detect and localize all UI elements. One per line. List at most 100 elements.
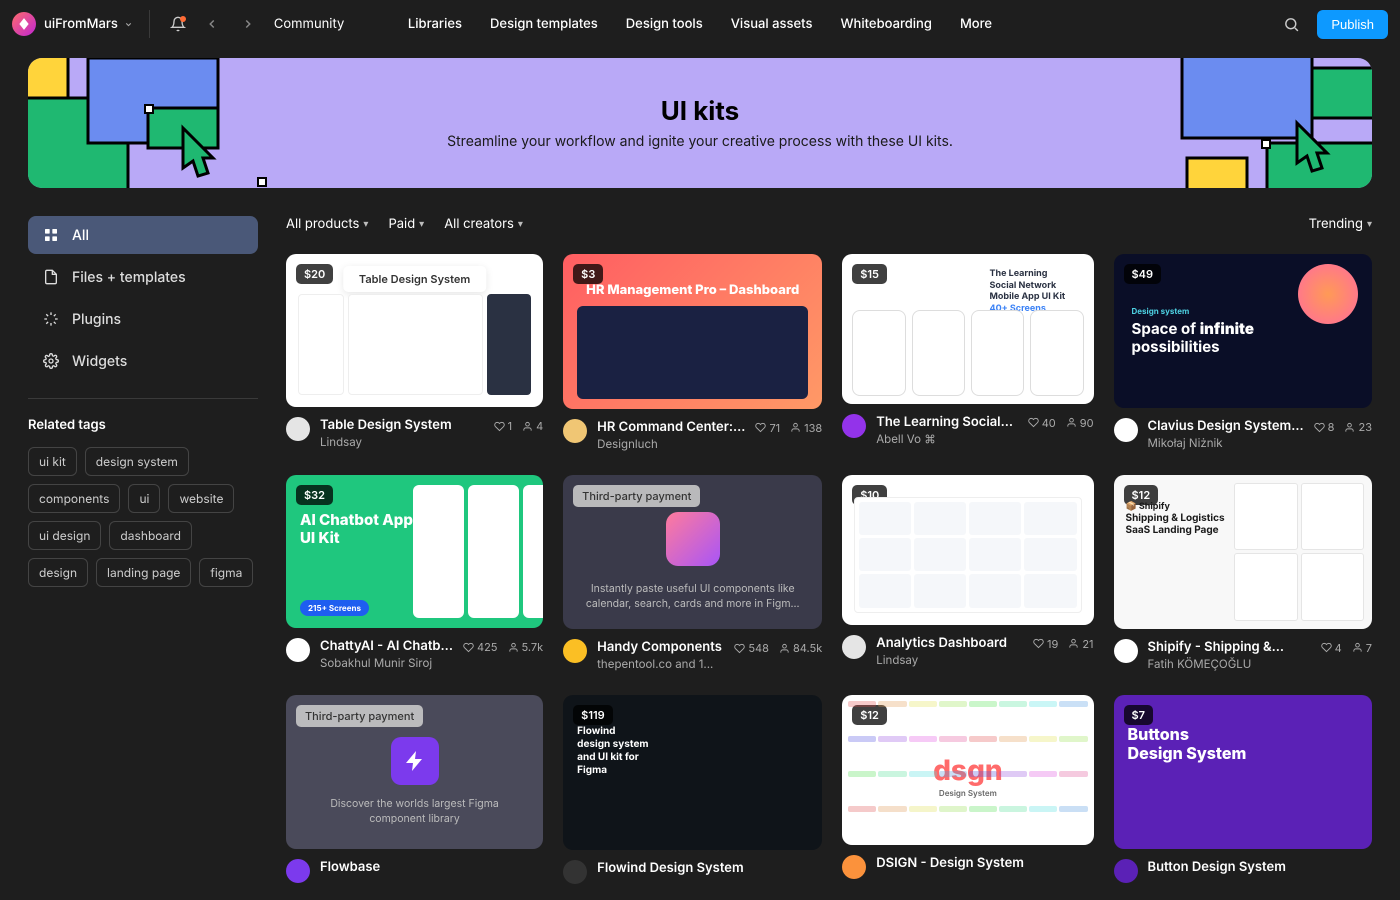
likes-stat: 8 xyxy=(1314,420,1335,434)
author-avatar[interactable] xyxy=(286,638,310,662)
sidebar-item-label: All xyxy=(72,227,89,244)
author-avatar[interactable] xyxy=(563,860,587,884)
card-title: Button Design System xyxy=(1148,859,1372,875)
workspace-switcher[interactable]: uiFromMars xyxy=(44,16,133,32)
resource-card[interactable]: Third-party paymentInstantly paste usefu… xyxy=(563,475,822,672)
search-button[interactable] xyxy=(1277,10,1305,38)
nav-forward-button[interactable] xyxy=(234,10,262,38)
card-meta: The Learning Social...Abell Vo ⌘4090 xyxy=(842,414,1093,446)
resource-card[interactable]: $119Flowinddesign systemand UI kit forFi… xyxy=(563,695,822,884)
likes-stat: 425 xyxy=(463,640,498,654)
author-avatar[interactable] xyxy=(286,859,310,883)
author-avatar[interactable] xyxy=(286,417,310,441)
nav-visual-assets[interactable]: Visual assets xyxy=(731,16,813,32)
topbar: uiFromMars Community Libraries Design te… xyxy=(0,0,1400,48)
nav-back-button[interactable] xyxy=(198,10,226,38)
resource-card[interactable]: $20Table Design SystemTable Design Syste… xyxy=(286,254,543,451)
resource-card[interactable]: $3HR Management Pro – Dashboard HR Comman… xyxy=(563,254,822,451)
resource-card[interactable]: Third-party paymentDiscover the worlds l… xyxy=(286,695,543,884)
card-title: The Learning Social... xyxy=(876,414,1017,430)
card-thumbnail: $7ButtonsDesign System xyxy=(1114,695,1372,849)
card-stats: 47 xyxy=(1321,641,1372,655)
breadcrumb[interactable]: Community xyxy=(274,16,344,32)
tag-website[interactable]: website xyxy=(168,484,234,513)
card-thumbnail: Third-party paymentDiscover the worlds l… xyxy=(286,695,543,848)
filter-paid[interactable]: Paid ▾ xyxy=(388,216,424,232)
notifications-button[interactable] xyxy=(166,12,190,36)
author-avatar[interactable] xyxy=(842,414,866,438)
resource-card[interactable]: $12dsgnDesign SystemDSIGN - Design Syste… xyxy=(842,695,1093,884)
resource-card[interactable]: $10Analytics DashboardLindsay1921 xyxy=(842,475,1093,672)
card-meta: Handy Componentsthepentool.co and 1...54… xyxy=(563,639,822,671)
card-author: Sobakhul Munir Siroj xyxy=(320,656,453,670)
card-author: Designluch xyxy=(597,437,745,451)
author-avatar[interactable] xyxy=(1114,639,1138,663)
users-stat: 21 xyxy=(1068,637,1093,651)
card-stats: 71138 xyxy=(755,421,822,435)
content: All products ▾ Paid ▾ All creators ▾ Tre… xyxy=(286,216,1372,884)
nav-more[interactable]: More xyxy=(960,16,992,32)
users-stat: 84.5k xyxy=(779,641,822,655)
workspace-name-label: uiFromMars xyxy=(44,16,118,32)
author-avatar[interactable] xyxy=(563,419,587,443)
nav-design-tools[interactable]: Design tools xyxy=(626,16,703,32)
tag-landing-page[interactable]: landing page xyxy=(96,558,191,587)
nav-design-templates[interactable]: Design templates xyxy=(490,16,598,32)
publish-button[interactable]: Publish xyxy=(1317,10,1388,39)
users-stat: 4 xyxy=(522,419,543,433)
resource-card[interactable]: $32AI Chatbot AppUI Kit215+ ScreensChatt… xyxy=(286,475,543,672)
sidebar-item-label: Widgets xyxy=(72,353,127,370)
card-thumbnail: $20Table Design System xyxy=(286,254,543,407)
sidebar-item-files[interactable]: Files + templates xyxy=(28,258,258,296)
tag-dashboard[interactable]: dashboard xyxy=(109,521,192,550)
chevron-down-icon: ▾ xyxy=(419,218,424,230)
card-stats: 14 xyxy=(494,419,544,433)
card-meta: ChattyAI - AI Chatb...Sobakhul Munir Sir… xyxy=(286,638,543,670)
card-title: Analytics Dashboard xyxy=(876,635,1023,651)
nav-whiteboarding[interactable]: Whiteboarding xyxy=(841,16,932,32)
card-author: Lindsay xyxy=(320,435,484,449)
resource-card[interactable]: $15The LearningSocial NetworkMobile App … xyxy=(842,254,1093,451)
filter-creators[interactable]: All creators ▾ xyxy=(444,216,523,232)
plugin-icon xyxy=(42,310,60,328)
sidebar-item-all[interactable]: All xyxy=(28,216,258,254)
tag-ui-design[interactable]: ui design xyxy=(28,521,101,550)
workspace-logo[interactable] xyxy=(12,12,36,36)
card-title: HR Command Center:... xyxy=(597,419,745,435)
resource-card[interactable]: $49Design systemSpace of infinitepossibi… xyxy=(1114,254,1372,451)
filter-bar: All products ▾ Paid ▾ All creators ▾ Tre… xyxy=(286,216,1372,232)
author-avatar[interactable] xyxy=(1114,859,1138,883)
price-badge: $20 xyxy=(296,264,333,284)
tag-ui[interactable]: ui xyxy=(128,484,160,513)
sidebar-item-plugins[interactable]: Plugins xyxy=(28,300,258,338)
divider xyxy=(149,10,150,38)
sidebar-item-widgets[interactable]: Widgets xyxy=(28,342,258,380)
tag-design[interactable]: design xyxy=(28,558,88,587)
card-author: Abell Vo ⌘ xyxy=(876,432,1017,446)
author-avatar[interactable] xyxy=(1114,418,1138,442)
grid-icon xyxy=(42,226,60,244)
tag-components[interactable]: components xyxy=(28,484,120,513)
author-avatar[interactable] xyxy=(842,635,866,659)
likes-stat: 40 xyxy=(1028,416,1056,430)
users-stat: 138 xyxy=(790,421,822,435)
resource-card[interactable]: $7ButtonsDesign System Button Design Syst… xyxy=(1114,695,1372,884)
tag-design-system[interactable]: design system xyxy=(85,447,189,476)
tag-ui-kit[interactable]: ui kit xyxy=(28,447,77,476)
users-stat: 5.7k xyxy=(508,640,544,654)
author-avatar[interactable] xyxy=(842,855,866,879)
card-stats: 1921 xyxy=(1033,637,1093,651)
nav-libraries[interactable]: Libraries xyxy=(408,16,462,32)
tag-figma[interactable]: figma xyxy=(199,558,253,587)
users-stat: 7 xyxy=(1352,641,1372,655)
card-thumbnail: $12dsgnDesign System xyxy=(842,695,1093,845)
sort-trending[interactable]: Trending ▾ xyxy=(1309,216,1372,232)
filter-products[interactable]: All products ▾ xyxy=(286,216,368,232)
price-badge: $15 xyxy=(852,264,887,284)
card-thumbnail: $3HR Management Pro – Dashboard xyxy=(563,254,822,409)
card-grid: $20Table Design SystemTable Design Syste… xyxy=(286,254,1372,884)
tag-cloud: ui kit design system components ui websi… xyxy=(28,447,258,587)
resource-card[interactable]: $12📦 ShipifyShipping & LogisticsSaaS Lan… xyxy=(1114,475,1372,672)
author-avatar[interactable] xyxy=(563,639,587,663)
hero-title: UI kits xyxy=(447,96,953,127)
